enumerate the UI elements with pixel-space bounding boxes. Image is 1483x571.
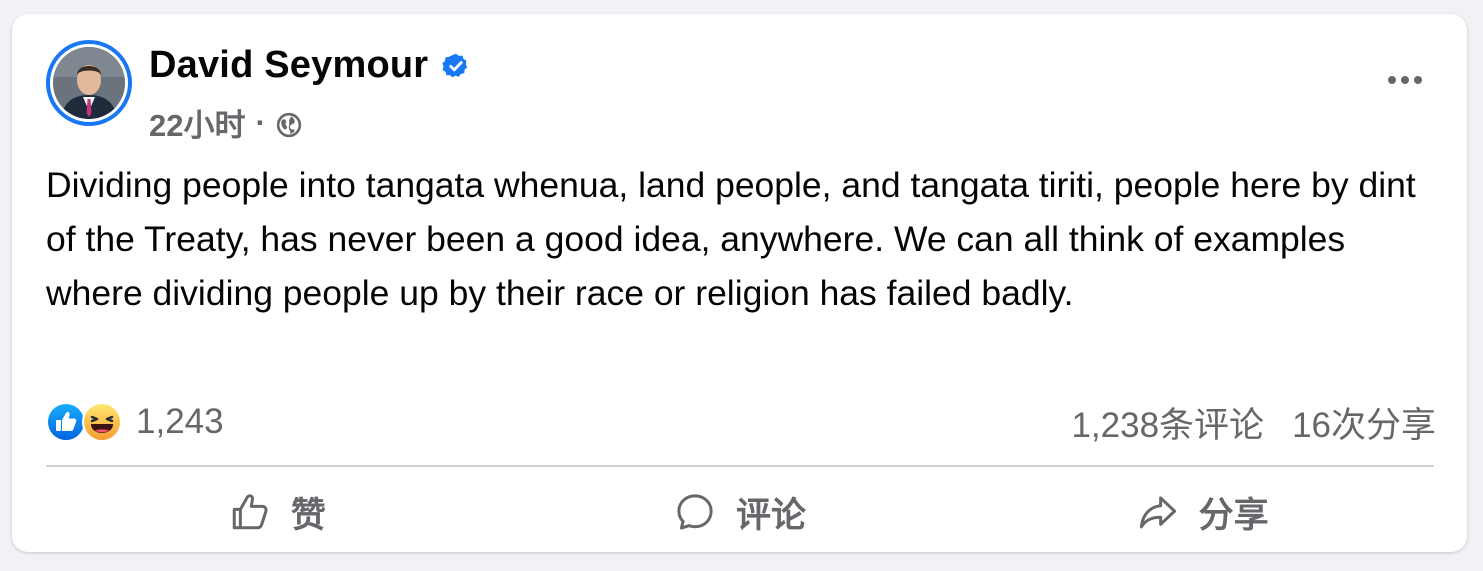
- verified-badge-icon: [442, 52, 470, 80]
- more-dots-icon: [1388, 76, 1422, 84]
- post-text: Dividing people into tangata whenua, lan…: [46, 165, 1416, 313]
- haha-reaction-icon: [82, 402, 122, 442]
- like-reaction-icon: [46, 402, 86, 442]
- avatar-portrait-icon: [53, 47, 125, 119]
- action-bar: 赞 评论 分享: [46, 476, 1434, 548]
- post-timestamp[interactable]: 22小时: [149, 100, 245, 145]
- reaction-count: 1,243: [136, 402, 224, 441]
- divider: [46, 465, 1434, 467]
- globe-icon[interactable]: [276, 110, 302, 137]
- engagement-counts: 1,238条评论 16次分享: [1071, 397, 1436, 448]
- thumbs-up-icon: [232, 494, 268, 530]
- reactions-summary[interactable]: 1,243: [46, 402, 224, 442]
- share-arrow-icon: [1139, 496, 1176, 529]
- avatar-photo: [53, 47, 125, 119]
- share-button[interactable]: 分享: [971, 476, 1434, 548]
- shares-count-link[interactable]: 16次分享: [1292, 397, 1436, 448]
- author-name[interactable]: David Seymour: [149, 44, 428, 87]
- comment-button[interactable]: 评论: [509, 476, 972, 548]
- meta-separator: ·: [255, 104, 266, 140]
- comment-label: 评论: [736, 495, 807, 535]
- like-button[interactable]: 赞: [46, 476, 509, 548]
- reaction-icons: [46, 402, 122, 442]
- post-header: David Seymour: [149, 44, 470, 87]
- comments-count-link[interactable]: 1,238条评论: [1071, 397, 1264, 448]
- more-options-button[interactable]: [1377, 60, 1433, 100]
- author-avatar[interactable]: [46, 40, 132, 126]
- comment-bubble-icon: [677, 494, 713, 530]
- reactions-row: 1,243 1,238条评论 16次分享: [46, 394, 1436, 450]
- like-label: 赞: [290, 495, 326, 535]
- post-meta: 22小时 ·: [149, 100, 302, 145]
- share-label: 分享: [1198, 495, 1269, 535]
- post-card: David Seymour 22小时 · Dividing people int…: [12, 14, 1467, 552]
